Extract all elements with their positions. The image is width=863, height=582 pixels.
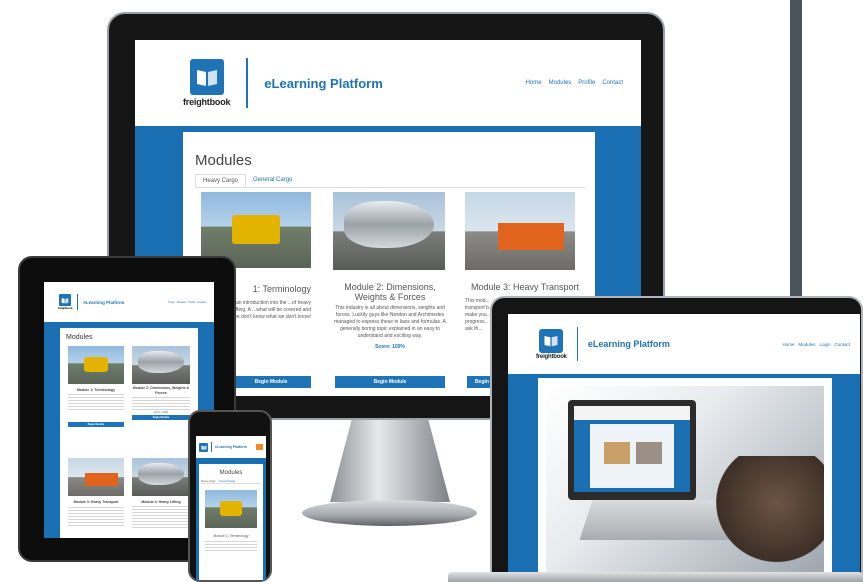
tablet-module-4-description [132, 506, 190, 528]
main-nav: Home Modules Profile Contact [526, 80, 623, 86]
laptop-book-logo-icon [539, 328, 564, 353]
tablet-begin-module-2-button[interactable]: Begin Module [132, 415, 190, 420]
tablet-module-2-title: Module 2: Dimensions, Weights & Forces [132, 386, 190, 395]
phone-module-1-photo [205, 490, 257, 528]
tablet-site-title: eLearning Platform [83, 299, 125, 305]
laptop-screen: freightbook eLearning Platform Home Modu… [508, 314, 860, 578]
site-header: freightbook eLearning Platform Home Modu… [135, 40, 641, 126]
module-3-photo [465, 192, 575, 270]
laptop-nav-contact[interactable]: Contact [834, 342, 850, 347]
laptop-device: freightbook eLearning Platform Home Modu… [490, 296, 863, 582]
tablet-module-3-title: Module 3: Heavy Transport [73, 500, 119, 504]
tablet-header: freightbook eLearning Platform Home Modu… [44, 282, 214, 322]
photo-person [706, 456, 824, 572]
tablet-nav-profile[interactable]: Profile [188, 301, 195, 304]
phone-modules-panel: Modules Heavy Cargo General Cargo Module… [199, 464, 263, 580]
logo-wordmark: freightbook [183, 97, 231, 107]
menu-icon[interactable] [256, 444, 263, 450]
tablet-module-1-photo [68, 346, 124, 384]
tablet-module-2-score: Score: 100% [153, 411, 169, 414]
nav-home[interactable]: Home [526, 80, 542, 86]
photo-laptop-screen [568, 400, 696, 500]
monitor-stand [330, 420, 450, 502]
tablet-book-logo-icon [59, 294, 72, 306]
site-title: eLearning Platform [264, 75, 383, 91]
phone-site-title: eLearning Platform [215, 445, 247, 449]
page-title: Modules [195, 152, 252, 169]
tablet-page-title: Modules [66, 334, 93, 341]
tablet-nav-home[interactable]: Home [168, 301, 175, 304]
tablet-begin-module-1-button[interactable]: Begin Module [68, 422, 124, 427]
module-2-title: Module 2: Dimensions, Weights & Forces [344, 282, 436, 302]
tablet-module-4-photo [132, 458, 190, 496]
laptop-header: freightbook eLearning Platform Home Modu… [508, 314, 860, 374]
module-3-title: Module 3: Heavy Transport [470, 282, 580, 292]
module-2-photo [333, 192, 445, 270]
tablet-module-card-1: Module 1: Terminology Begin Module [68, 346, 124, 427]
module-2-score: Score: 100% [375, 344, 405, 350]
tablet-module-1-title: Module 1: Terminology [76, 388, 116, 392]
tablet-module-3-photo [68, 458, 124, 496]
tablet-modules-panel: Modules Module 1: Terminology Begin Modu… [60, 328, 198, 538]
tablet-nav-contact[interactable]: Contact [197, 301, 206, 304]
phone-module-1-title: Module 1: Terminology [213, 534, 249, 538]
monitor-base [302, 500, 477, 526]
module-card-2: Module 2: Dimensions, Weights & Forces T… [333, 192, 447, 392]
tablet-nav: Home Modules Profile Contact [168, 301, 206, 304]
module-2-description: This industry is all about dimensions, w… [334, 305, 446, 339]
laptop-base [448, 572, 863, 582]
device-mockup-stage: freightbook eLearning Platform Home Modu… [0, 0, 863, 582]
laptop-hero-panel [538, 378, 832, 578]
laptop-logo[interactable]: freightbook [536, 328, 567, 360]
phone-tabs: Heavy Cargo General Cargo [201, 480, 261, 484]
tablet-logo[interactable]: freightbook [58, 294, 73, 310]
tab-general-cargo[interactable]: General Cargo [246, 174, 299, 187]
phone-tab-general-cargo[interactable]: General Cargo [219, 480, 235, 483]
tablet-nav-modules[interactable]: Modules [177, 301, 186, 304]
phone-tab-heavy-cargo[interactable]: Heavy Cargo [201, 480, 216, 483]
phone-module-1-description [205, 541, 257, 551]
tablet-module-card-3: Module 3: Heavy Transport [68, 458, 124, 527]
tablet-logo-wordmark: freightbook [58, 306, 73, 310]
tablet-header-divider [77, 294, 79, 310]
hero-photo [546, 386, 824, 572]
laptop-logo-wordmark: freightbook [536, 353, 567, 360]
phone-header: eLearning Platform [196, 436, 266, 458]
phone-book-logo-icon[interactable] [199, 442, 208, 452]
nav-modules[interactable]: Modules [549, 80, 572, 86]
module-tabs: Heavy Cargo General Cargo [195, 174, 585, 188]
laptop-nav-modules[interactable]: Modules [798, 342, 815, 347]
background-pillar [790, 0, 802, 300]
tab-heavy-cargo[interactable]: Heavy Cargo [195, 174, 247, 187]
book-logo-icon [189, 59, 224, 95]
tablet-module-3-description [68, 506, 124, 527]
begin-module-2-button[interactable]: Begin Module [335, 376, 445, 388]
phone-page-title: Modules [219, 470, 243, 476]
tablet-module-card-4: Module 4: Heavy Lifting [132, 458, 190, 528]
laptop-nav: Home Modules Login Contact [782, 342, 850, 347]
laptop-nav-home[interactable]: Home [782, 342, 794, 347]
tablet-module-2-photo [132, 346, 190, 384]
header-divider [246, 58, 249, 108]
nav-contact[interactable]: Contact [602, 80, 623, 86]
tablet-module-4-title: Module 4: Heavy Lifting [141, 500, 181, 504]
phone-screen: eLearning Platform Modules Heavy Cargo G… [196, 436, 266, 580]
tablet-module-card-2: Module 2: Dimensions, Weights & Forces S… [132, 346, 190, 420]
logo[interactable]: freightbook [183, 59, 230, 107]
laptop-site-title: eLearning Platform [587, 339, 670, 349]
phone-header-divider [211, 442, 212, 452]
laptop-nav-login[interactable]: Login [819, 342, 830, 347]
begin-module-1-button[interactable]: Begin Module [231, 376, 311, 388]
tablet-module-1-description [68, 394, 124, 410]
tablet-module-2-description [132, 397, 190, 411]
phone-device: eLearning Platform Modules Heavy Cargo G… [188, 410, 272, 582]
nav-profile[interactable]: Profile [578, 80, 595, 86]
laptop-header-divider [576, 327, 578, 361]
